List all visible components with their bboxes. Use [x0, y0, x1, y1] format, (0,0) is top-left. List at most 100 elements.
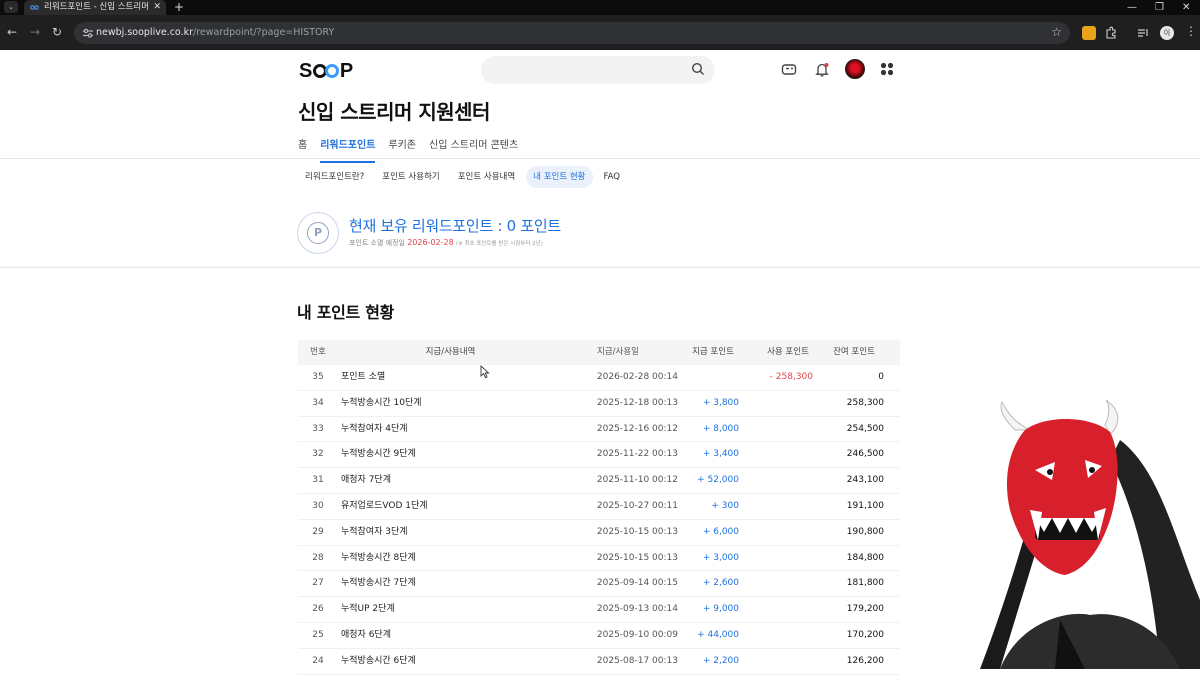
subtab-use-points[interactable]: 포인트 사용하기: [375, 166, 446, 188]
row-give-points: + 6,000: [702, 526, 739, 537]
row-balance: 184,800: [846, 552, 884, 563]
table-row: 27 누적방송시간 7단계 2025-09-14 00:15 + 2,600 181,8…: [298, 571, 900, 598]
row-give-points: + 2,200: [702, 655, 739, 666]
row-give-points: + 3,400: [702, 449, 739, 460]
row-no: 34: [312, 397, 324, 408]
table-row: 34 누적방송시간 10단계 2025-12-18 00:13 + 3,800 258,…: [298, 391, 900, 417]
apps-icon[interactable]: [880, 62, 894, 76]
row-no: 25: [312, 629, 324, 640]
table-row: 25 애청자 6단계 2025-09-10 00:09 + 44,000 170,200: [298, 623, 900, 649]
row-no: 27: [312, 578, 324, 589]
row-balance: 246,500: [846, 449, 884, 460]
row-date: 2025-10-27 00:11: [596, 500, 678, 511]
points-history-table: 번호 지급/사용내역 지급/사용일 지급 포인트 사용 포인트 잔여 포인트 3…: [298, 340, 900, 675]
minimize-icon[interactable]: —: [1127, 0, 1137, 15]
table-row: 28 누적방송시간 8단계 2025-10-15 00:13 + 3,000 184,8…: [298, 546, 900, 572]
table-row: 30 유저업로드VOD 1단계 2025-10-27 00:11 + 300 191,1…: [298, 494, 900, 520]
extensions-puzzle-icon[interactable]: [1104, 26, 1118, 40]
row-balance: 190,800: [846, 526, 884, 537]
expiry-label: 포인트 소멸 예정일: [349, 239, 405, 247]
media-queue-icon[interactable]: [1136, 26, 1150, 40]
row-desc: 누적UP 2단계: [341, 604, 395, 615]
row-give-points: + 44,000: [697, 629, 739, 640]
streamer-mask-avatar: [980, 400, 1200, 669]
tab-title: 리워드포인트 - 신입 스트리머: [44, 2, 150, 12]
broadcast-icon[interactable]: [781, 62, 797, 76]
sub-tabs: 리워드포인트란? 포인트 사용하기 포인트 사용내역 내 포인트 현황 FAQ: [298, 166, 627, 188]
header-date: 지급/사용일: [597, 347, 639, 357]
summary-divider: [0, 267, 1200, 268]
table-row: 33 누적참여자 4단계 2025-12-16 00:12 + 8,000 254,50…: [298, 417, 900, 443]
reload-icon[interactable]: ↻: [52, 25, 62, 39]
browser-toolbar: ← → ↻ newbj.sooplive.co.kr/rewardpoint/?…: [0, 15, 1200, 50]
row-desc: 누적방송시간 7단계: [341, 578, 416, 589]
row-desc: 누적방송시간 9단계: [341, 449, 416, 460]
table-row: 29 누적참여자 3단계 2025-10-15 00:13 + 6,000 190,80…: [298, 520, 900, 546]
row-date: 2025-12-16 00:12: [596, 423, 678, 434]
new-tab-button[interactable]: +: [174, 0, 184, 15]
row-give-points: + 2,600: [702, 578, 739, 589]
restore-icon[interactable]: ❐: [1155, 0, 1164, 15]
header-give: 지급 포인트: [692, 347, 734, 357]
search-input[interactable]: [481, 56, 715, 84]
row-desc: 누적방송시간 6단계: [341, 655, 416, 666]
header-desc: 지급/사용내역: [425, 347, 476, 357]
tab-close-icon[interactable]: ✕: [153, 0, 161, 15]
subtab-my-points[interactable]: 내 포인트 현황: [526, 166, 593, 188]
forward-icon[interactable]: →: [30, 25, 40, 39]
row-date: 2025-09-10 00:09: [596, 629, 678, 640]
row-desc: 누적참여자 4단계: [341, 423, 408, 434]
browser-menu-icon[interactable]: ⋮: [1185, 24, 1197, 38]
row-no: 32: [312, 449, 324, 460]
row-no: 30: [312, 500, 324, 511]
row-balance: 0: [878, 372, 884, 382]
row-balance: 258,300: [846, 397, 884, 408]
row-date: 2025-08-17 00:13: [596, 655, 678, 666]
row-date: 2025-09-13 00:14: [596, 604, 678, 615]
profile-avatar[interactable]: 이: [1160, 26, 1174, 40]
browser-tab-bar: ⌄ 리워드포인트 - 신입 스트리머 ✕ + — ❐ ✕: [0, 0, 1200, 15]
row-desc: 누적방송시간 8단계: [341, 552, 416, 563]
back-icon[interactable]: ←: [7, 25, 17, 39]
site-settings-icon[interactable]: [82, 27, 94, 39]
expiry-date: 2026-02-28: [407, 238, 454, 247]
row-date: 2025-12-18 00:13: [596, 397, 678, 408]
extension-icon[interactable]: [1082, 26, 1096, 40]
url-path: /rewardpoint/?page=HISTORY: [193, 27, 335, 38]
search-icon[interactable]: [691, 62, 705, 76]
table-body: 35 포인트 소멸 2026-02-28 00:14 - 258,300 0 34 누적방송…: [298, 365, 900, 675]
soop-logo[interactable]: S P: [299, 60, 353, 83]
row-desc: 누적참여자 3단계: [341, 526, 408, 537]
page-title: 신입 스트리머 지원센터: [298, 100, 490, 124]
row-date: 2025-11-22 00:13: [596, 449, 678, 460]
user-avatar[interactable]: [845, 59, 865, 79]
table-row: 31 애청자 7단계 2025-11-10 00:12 + 52,000 243,100: [298, 468, 900, 494]
browser-tab-active[interactable]: 리워드포인트 - 신입 스트리머 ✕: [24, 0, 166, 15]
row-give-points: + 52,000: [697, 475, 739, 486]
bell-icon[interactable]: [815, 62, 829, 77]
row-no: 24: [312, 655, 324, 666]
row-give-points: + 9,000: [702, 604, 739, 615]
row-use-points: - 258,300: [769, 372, 813, 382]
subtab-faq[interactable]: FAQ: [597, 166, 627, 188]
p-coin-icon: P: [297, 212, 339, 254]
row-no: 29: [312, 526, 324, 537]
subtab-what-is-reward[interactable]: 리워드포인트란?: [298, 166, 371, 188]
tab-list-chevron-icon[interactable]: ⌄: [4, 1, 18, 13]
row-balance: 126,200: [846, 655, 884, 666]
row-desc: 포인트 소멸: [341, 372, 386, 382]
subtab-usage-history[interactable]: 포인트 사용내역: [451, 166, 522, 188]
tabs-divider: [0, 158, 1200, 159]
logo-letter-s: S: [299, 60, 312, 82]
soop-favicon-icon: [30, 5, 39, 10]
row-no: 35: [312, 372, 324, 382]
window-close-icon[interactable]: ✕: [1182, 0, 1190, 15]
row-desc: 누적방송시간 10단계: [341, 397, 422, 408]
address-bar[interactable]: newbj.sooplive.co.kr/rewardpoint/?page=H…: [74, 22, 1070, 44]
row-give-points: + 3,800: [702, 397, 739, 408]
row-date: 2025-09-14 00:15: [596, 578, 678, 589]
bookmark-star-icon[interactable]: ☆: [1051, 25, 1062, 39]
table-row: 32 누적방송시간 9단계 2025-11-22 00:13 + 3,400 246,5…: [298, 442, 900, 469]
p-coin-letter: P: [307, 222, 329, 244]
row-no: 26: [312, 604, 324, 615]
